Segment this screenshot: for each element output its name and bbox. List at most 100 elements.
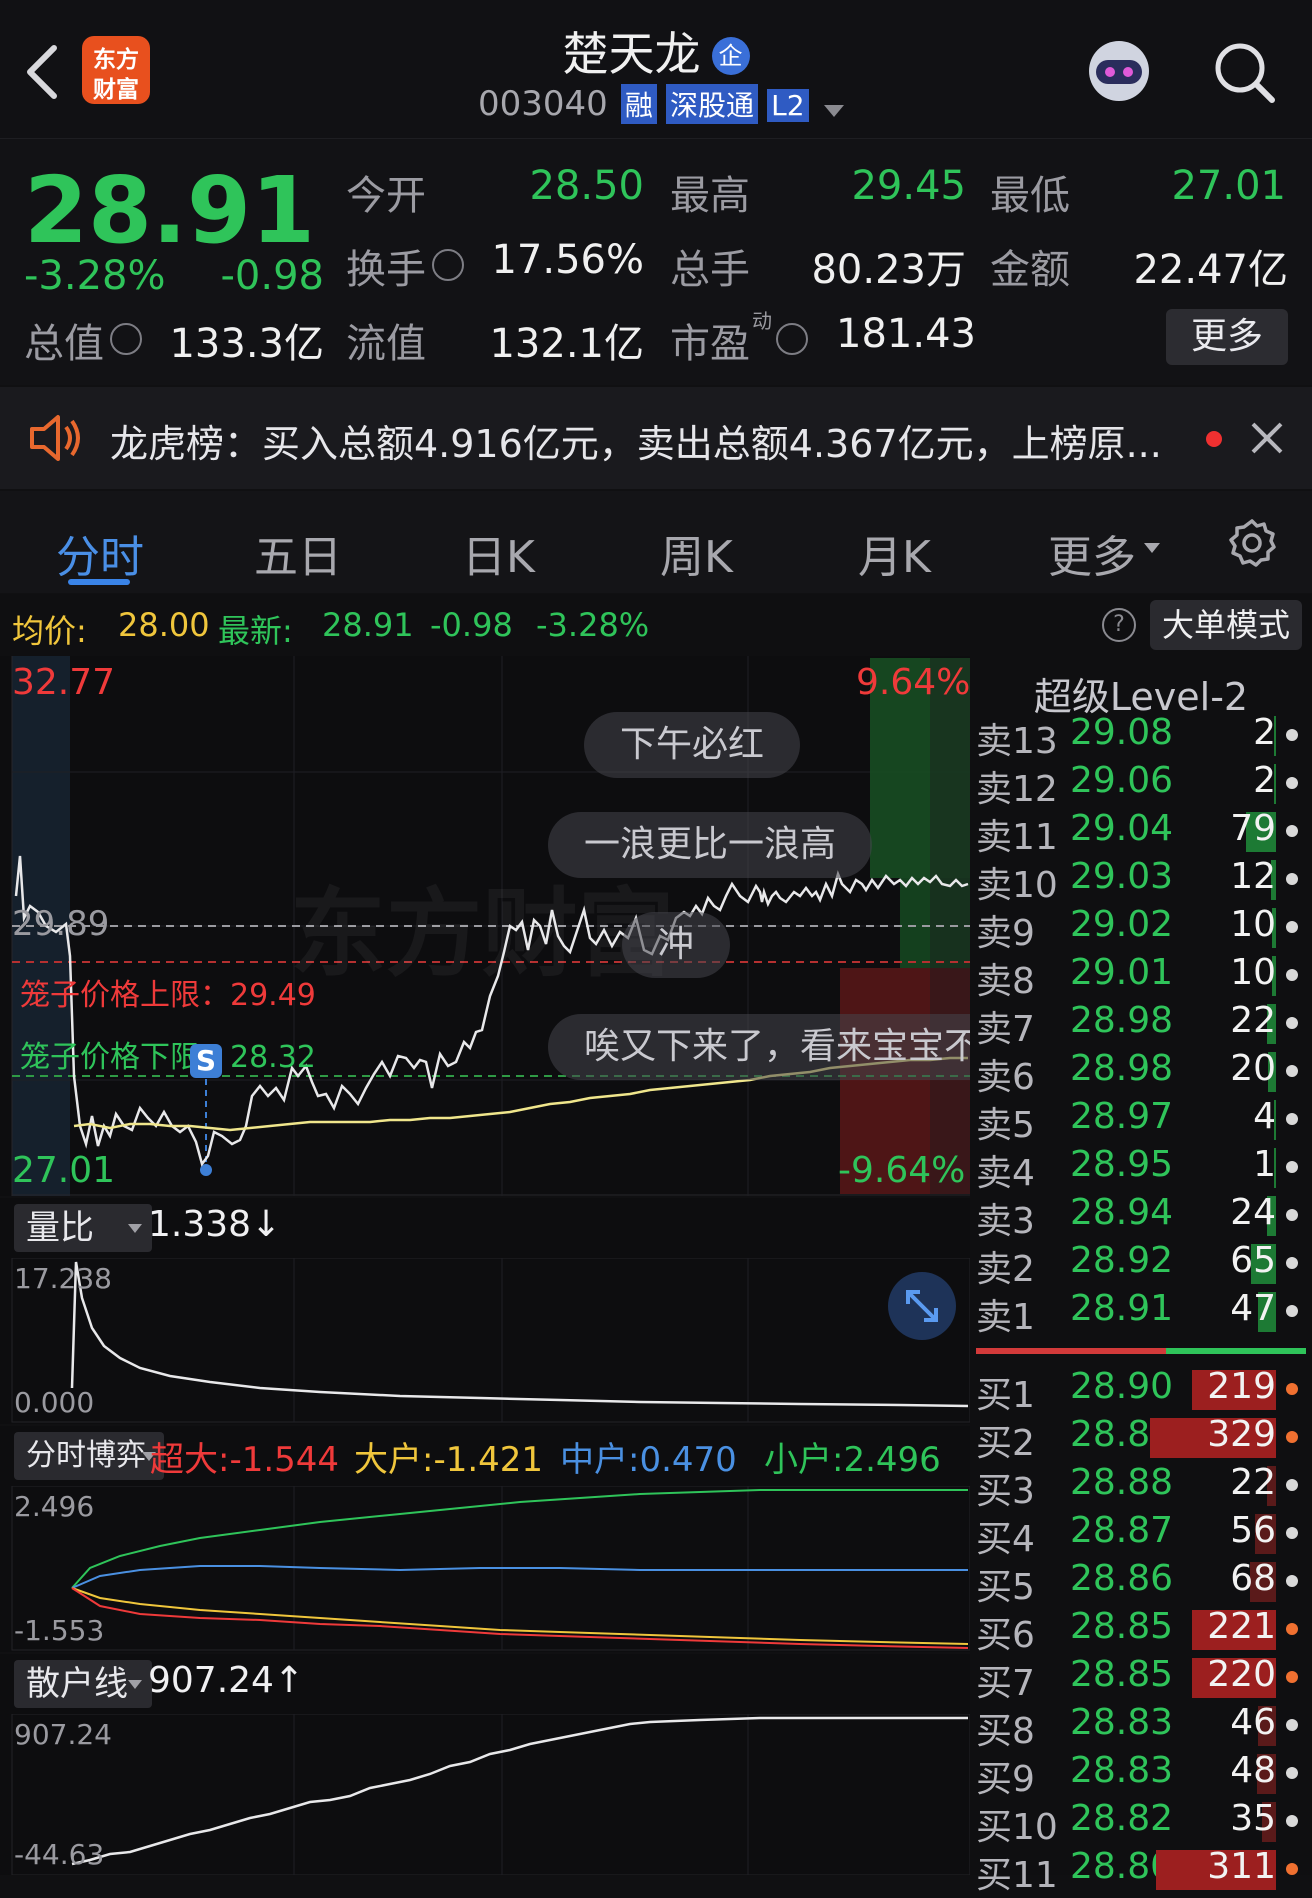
pe-superscript: 动: [752, 309, 772, 333]
tab-more[interactable]: 更多: [1048, 521, 1136, 585]
retail-line-chart: [11, 1714, 970, 1875]
pct-axis-low: -9.64%: [838, 1150, 966, 1191]
settings-gear-icon[interactable]: [1226, 517, 1278, 569]
level-price: 28.85: [1070, 1654, 1174, 1695]
bid-row[interactable]: 买3 28.88 22: [976, 1462, 1306, 1512]
bid-row[interactable]: 买4 28.87 56: [976, 1510, 1306, 1560]
level-volume: 2: [1253, 760, 1276, 801]
bid-row[interactable]: 买10 28.82 35: [976, 1798, 1306, 1848]
order-dot-icon: [1286, 1479, 1298, 1491]
tag-connect: 深股通: [666, 84, 759, 124]
bid-row[interactable]: 买6 28.85 221: [976, 1606, 1306, 1656]
ask-row[interactable]: 卖8 29.01 10: [976, 952, 1306, 1002]
level-label: 卖13: [976, 721, 1058, 762]
level-label: 买6: [976, 1615, 1035, 1656]
level-volume: 10: [1230, 904, 1276, 945]
bid-row[interactable]: 买11 28.80 311: [976, 1846, 1306, 1896]
level-volume: 12: [1230, 856, 1276, 897]
robot-assistant-icon[interactable]: [1082, 34, 1156, 108]
intraday-chart[interactable]: 东方财富 32.77 9.64% 27.01 -9.64% 29.89 笼子价格…: [0, 656, 1006, 1196]
level-volume: 22: [1230, 1462, 1276, 1503]
retail-line-selector[interactable]: 散户线: [14, 1660, 152, 1708]
level-label: 卖4: [976, 1153, 1035, 1194]
level-label: 买10: [976, 1807, 1058, 1848]
tab-weekly-k[interactable]: 周K: [660, 521, 733, 585]
order-dot-icon: [1286, 921, 1298, 933]
level-volume: 35: [1230, 1798, 1276, 1839]
capital-game-selector[interactable]: 分时博弈: [14, 1432, 164, 1480]
expand-icon[interactable]: [888, 1272, 956, 1340]
bid-row[interactable]: 买9 28.83 48: [976, 1750, 1306, 1800]
latest-change: -0.98: [430, 606, 513, 644]
avg-value: 28.00: [118, 606, 210, 644]
retail-line-selector-label: 散户线: [26, 1664, 128, 1704]
capital-game-selector-label: 分时博弈: [26, 1438, 146, 1473]
retail-line-value: 907.24↑: [148, 1660, 305, 1701]
pe-value: 181.43: [836, 311, 976, 357]
level-volume: 46: [1230, 1702, 1276, 1743]
bid-row[interactable]: 买5 28.86 68: [976, 1558, 1306, 1608]
level-label: 卖1: [976, 1297, 1035, 1338]
help-icon[interactable]: ?: [1102, 608, 1136, 642]
level-volume: 4: [1253, 1096, 1276, 1137]
level-price: 28.91: [1070, 1288, 1174, 1329]
ask-row[interactable]: 卖11 29.04 79: [976, 808, 1306, 858]
level-label: 买2: [976, 1423, 1035, 1464]
level-label: 买7: [976, 1663, 1035, 1704]
volume-ratio-selector[interactable]: 量比: [14, 1204, 152, 1252]
close-icon[interactable]: [1250, 421, 1284, 455]
comment-bubble-4[interactable]: 唉又下来了，看来宝宝不: [548, 1014, 1006, 1080]
bid-row[interactable]: 买2 28.89 329: [976, 1414, 1306, 1464]
level-label: 卖6: [976, 1057, 1035, 1098]
pe-label: 市盈: [670, 321, 750, 367]
tab-monthly-k[interactable]: 月K: [858, 521, 931, 585]
book-divider-sell: [976, 1348, 1166, 1354]
selector-caret-icon: [128, 1224, 142, 1233]
ask-row[interactable]: 卖3 28.94 24: [976, 1192, 1306, 1242]
market-cap-info-icon[interactable]: [110, 323, 142, 355]
comment-bubble-1[interactable]: 下午必红: [584, 712, 801, 778]
level-label: 买9: [976, 1759, 1035, 1800]
ask-row[interactable]: 卖6 28.98 20: [976, 1048, 1306, 1098]
ask-row[interactable]: 卖1 28.91 47: [976, 1288, 1306, 1338]
ask-row[interactable]: 卖10 29.03 12: [976, 856, 1306, 906]
level-label: 卖10: [976, 865, 1058, 906]
prev-close-label: 29.89: [12, 904, 110, 944]
level-price: 28.98: [1070, 1000, 1174, 1041]
bid-row[interactable]: 买8 28.83 46: [976, 1702, 1306, 1752]
stock-code-row[interactable]: 003040 融 深股通 L2: [478, 84, 844, 128]
tab-five-day[interactable]: 五日: [254, 521, 342, 585]
big-order-mode-button[interactable]: 大单模式: [1150, 600, 1302, 650]
level-volume: 1: [1253, 1144, 1276, 1185]
high-value: 29.45: [851, 163, 966, 209]
order-dot-icon: [1286, 825, 1298, 837]
turnover-info-icon[interactable]: [432, 249, 464, 281]
tab-daily-k[interactable]: 日K: [462, 521, 535, 585]
order-dot-icon: [1286, 1383, 1298, 1395]
volume-ratio-chart: [11, 1258, 970, 1423]
ask-row[interactable]: 卖12 29.06 2: [976, 760, 1306, 810]
bid-row[interactable]: 买7 28.85 220: [976, 1654, 1306, 1704]
search-icon[interactable]: [1212, 40, 1278, 106]
comment-bubble-2[interactable]: 一浪更比一浪高: [548, 812, 873, 878]
ask-row[interactable]: 卖13 29.08 2: [976, 712, 1306, 762]
comment-bubble-3[interactable]: 冲: [622, 912, 731, 978]
ask-row[interactable]: 卖7 28.98 22: [976, 1000, 1306, 1050]
high-label: 最高: [670, 173, 750, 219]
bid-row[interactable]: 买1 28.90 219: [976, 1366, 1306, 1416]
order-dot-icon: [1286, 873, 1298, 885]
tab-more-caret-icon: [1144, 543, 1160, 553]
dragon-tiger-banner[interactable]: 龙虎榜：买入总额4.916亿元，卖出总额4.367亿元，上榜原...: [0, 387, 1312, 489]
level-price: 28.90: [1070, 1366, 1174, 1407]
low-value: 27.01: [1171, 163, 1286, 209]
pe-info-icon[interactable]: [776, 323, 808, 355]
ask-row[interactable]: 卖9 29.02 10: [976, 904, 1306, 954]
more-button[interactable]: 更多: [1166, 309, 1288, 365]
tab-intraday[interactable]: 分时: [56, 521, 144, 585]
sell-marker[interactable]: S: [190, 1044, 222, 1078]
ask-row[interactable]: 卖2 28.92 65: [976, 1240, 1306, 1290]
ask-row[interactable]: 卖4 28.95 1: [976, 1144, 1306, 1194]
level-price: 29.01: [1070, 952, 1174, 993]
small-flow: 小户:2.496: [764, 1440, 941, 1480]
ask-row[interactable]: 卖5 28.97 4: [976, 1096, 1306, 1146]
